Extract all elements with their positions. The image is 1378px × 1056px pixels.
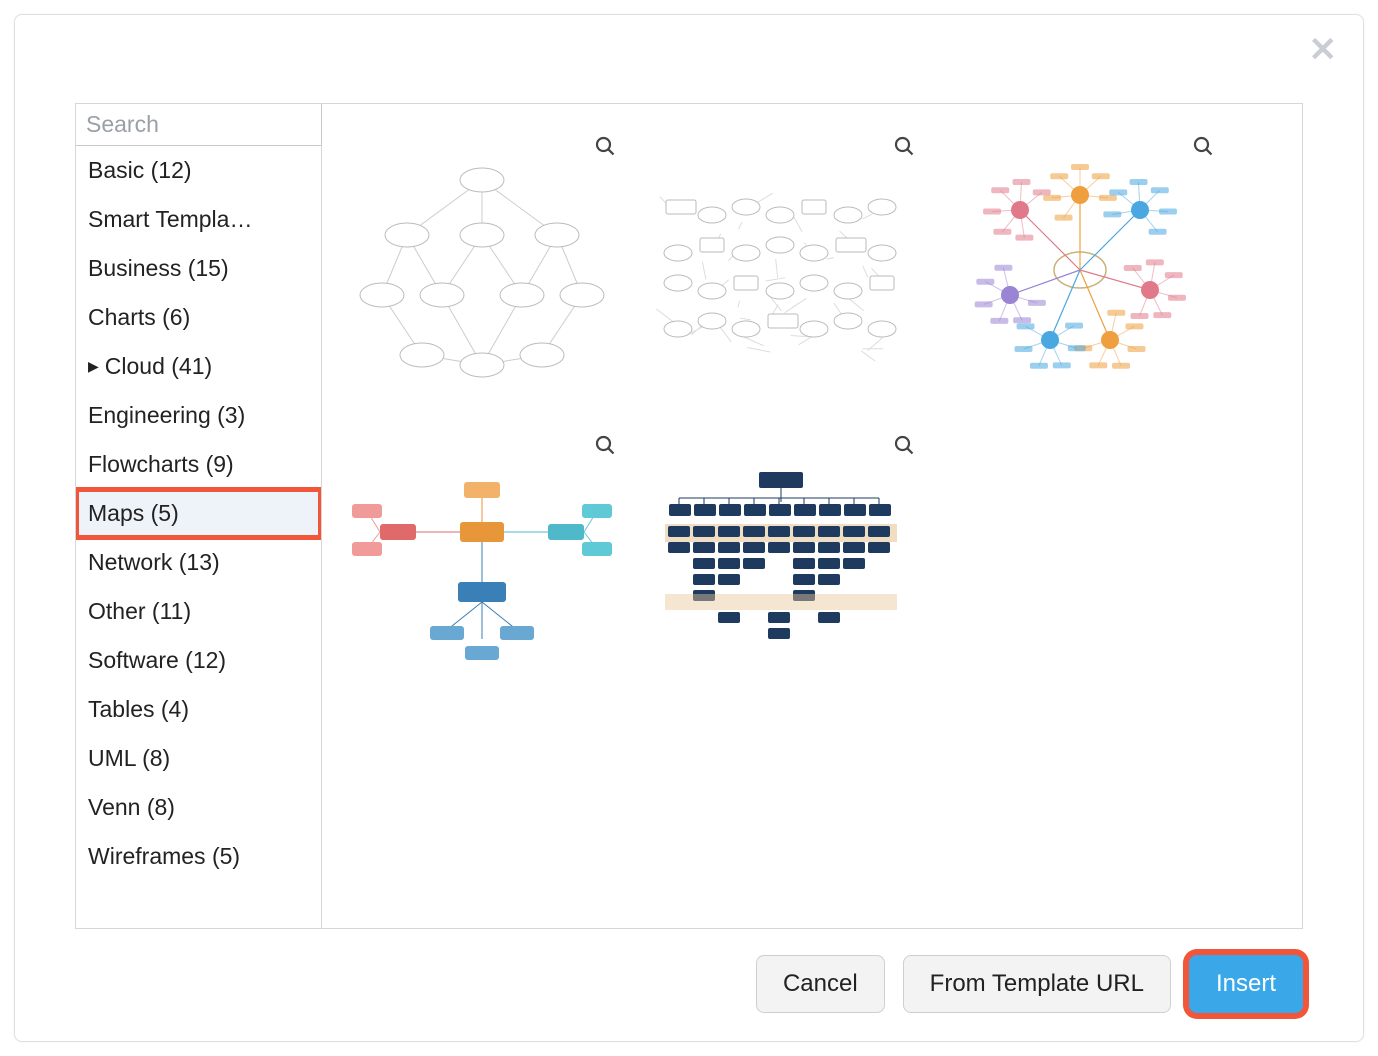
magnify-icon[interactable] (593, 433, 617, 457)
category-item[interactable]: Wireframes (5) (76, 832, 321, 881)
dialog-body: Basic (12) Smart Templa… Business (15) Char… (75, 103, 1303, 929)
category-item[interactable]: Other (11) (76, 587, 321, 636)
category-item[interactable]: Flowcharts (9) (76, 440, 321, 489)
category-item[interactable]: Software (12) (76, 636, 321, 685)
cancel-button[interactable]: Cancel (756, 955, 885, 1013)
category-label: Maps (5) (88, 500, 179, 527)
insert-button[interactable]: Insert (1189, 955, 1303, 1013)
magnify-icon[interactable] (1191, 134, 1215, 158)
category-label: Flowcharts (9) (88, 451, 234, 478)
category-label: Network (13) (88, 549, 220, 576)
search-row (75, 103, 322, 146)
category-label: Smart Templa… (88, 206, 252, 233)
category-item[interactable]: Maps (5) (76, 489, 321, 538)
category-label: Business (15) (88, 255, 229, 282)
category-list: Basic (12) Smart Templa… Business (15) Char… (76, 146, 321, 928)
close-icon[interactable]: ✕ (1309, 33, 1338, 67)
dialog-footer: Cancel From Template URL Insert (15, 949, 1363, 1041)
magnify-icon[interactable] (892, 433, 916, 457)
category-label: Tables (4) (88, 696, 189, 723)
template-thumb[interactable] (334, 421, 629, 716)
category-label: Engineering (3) (88, 402, 245, 429)
from-template-url-button[interactable]: From Template URL (903, 955, 1171, 1013)
category-item[interactable]: Network (13) (76, 538, 321, 587)
category-label: UML (8) (88, 745, 170, 772)
category-item[interactable]: Engineering (3) (76, 391, 321, 440)
template-thumb[interactable] (633, 421, 928, 716)
category-label: Venn (8) (88, 794, 175, 821)
category-label: Wireframes (5) (88, 843, 240, 870)
magnify-icon[interactable] (593, 134, 617, 158)
template-thumb[interactable] (334, 122, 629, 417)
category-label: Basic (12) (88, 157, 192, 184)
category-label: Software (12) (88, 647, 226, 674)
magnify-icon[interactable] (892, 134, 916, 158)
template-dialog: ✕ Basic (12) Smart Templa… Business (15) Ch… (14, 14, 1364, 1042)
category-item[interactable]: Smart Templa… (76, 195, 321, 244)
category-item[interactable]: Charts (6) (76, 293, 321, 342)
sidebar: Basic (12) Smart Templa… Business (15) Char… (76, 104, 322, 928)
expand-icon: ▶ (88, 358, 99, 375)
category-item[interactable]: Basic (12) (76, 146, 321, 195)
category-item[interactable]: ▶ Cloud (41) (76, 342, 321, 391)
category-item[interactable]: Tables (4) (76, 685, 321, 734)
category-item[interactable]: Business (15) (76, 244, 321, 293)
category-label: Charts (6) (88, 304, 190, 331)
category-label: Other (11) (88, 598, 191, 625)
category-item[interactable]: Venn (8) (76, 783, 321, 832)
category-label: Cloud (41) (105, 353, 212, 380)
template-thumb[interactable] (633, 122, 928, 417)
category-item[interactable]: UML (8) (76, 734, 321, 783)
template-gallery (322, 104, 1302, 928)
template-thumb[interactable] (932, 122, 1227, 417)
